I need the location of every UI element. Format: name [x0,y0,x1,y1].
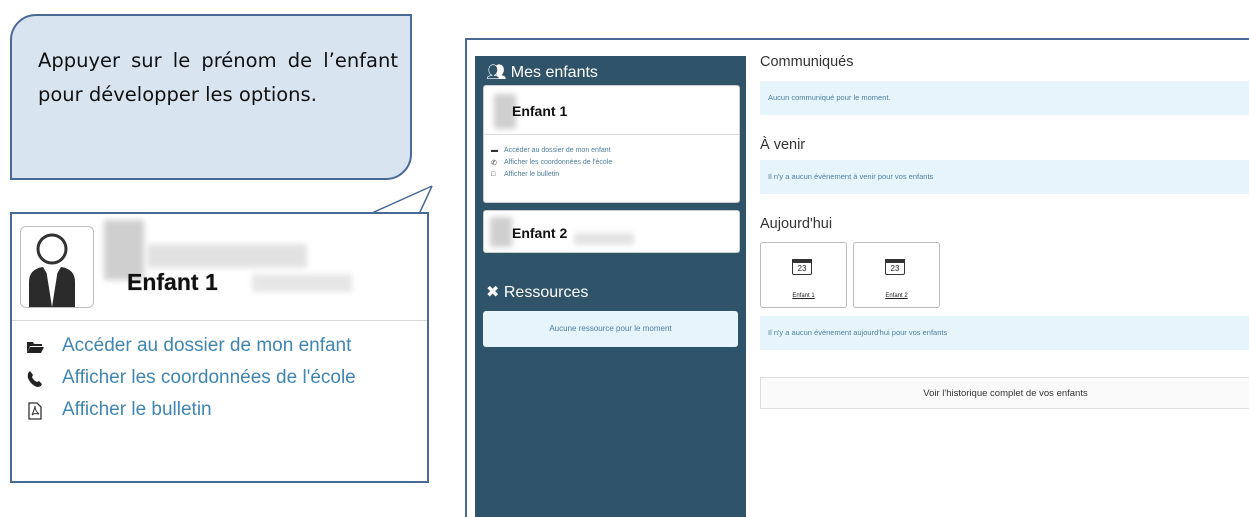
folder-icon [27,342,44,353]
school-contact-link[interactable]: Afficher les coordonnées de l'école [504,159,612,166]
pdf-icon: □ [491,171,496,178]
divider [484,134,739,135]
avatar [20,226,94,308]
sidebar: 👥︎ Mes enfants Enfant 1 ▬ Accéder au dos… [475,56,746,517]
open-child-file-link[interactable]: Accéder au dossier de mon enfant [504,147,611,154]
zoomed-child-card: Enfant 1 Accéder au dossier de mon enfan… [10,212,429,483]
calendar-icon: 23 [792,259,812,275]
school-contact-link[interactable]: Afficher les coordonnées de l'école [62,367,356,389]
phone-icon: ✆ [491,160,497,167]
child-name[interactable]: Enfant 1 [127,269,218,296]
blurred-text [147,244,307,268]
avenir-empty-message: Il n'y a aucun évènement à venir pour vo… [760,160,1249,194]
today-card-child-1[interactable]: 23 Enfant 1 [760,242,847,308]
today-empty-message: Il n'y a aucun évènement aujourd'hui pou… [760,316,1249,350]
blurred-text [252,274,352,292]
communiques-empty-message: Aucun communiqué pour le moment. [760,81,1249,115]
avatar-placeholder-icon [29,233,75,307]
my-children-heading: 👥︎ Mes enfants [486,64,598,81]
app-screenshot: 👥︎ Mes enfants Enfant 1 ▬ Accéder au dos… [465,38,1249,517]
callout-bubble: Appuyer sur le prénom de l’enfant pour d… [10,14,412,180]
today-card-label: Enfant 1 [792,293,815,299]
children-icon: 👥︎ [486,64,507,81]
today-title: Aujourd'hui [760,216,833,232]
today-card-child-2[interactable]: 23 Enfant 2 [853,242,940,308]
communiques-title: Communiqués [760,54,854,70]
open-child-file-link[interactable]: Accéder au dossier de mon enfant [62,335,351,357]
callout-text: Appuyer sur le prénom de l’enfant pour d… [38,49,398,106]
tools-icon: ✖ [486,284,500,301]
blurred-photo [490,217,512,247]
child-card-1: Enfant 1 ▬ Accéder au dossier de mon enf… [483,85,740,203]
child-name-2[interactable]: Enfant 2 [512,225,567,241]
child-name-1[interactable]: Enfant 1 [512,103,567,119]
report-card-link[interactable]: Afficher le bulletin [62,399,212,421]
today-card-label: Enfant 2 [885,293,908,299]
divider [12,320,427,321]
avenir-title: À venir [760,137,806,153]
resources-heading: ✖ Ressources [486,284,589,301]
phone-icon [27,371,42,387]
pdf-icon [28,402,42,420]
folder-icon: ▬ [491,147,498,154]
report-card-link[interactable]: Afficher le bulletin [504,171,559,178]
resources-empty-message: Aucune ressource pour le moment [483,311,738,347]
child-card-2[interactable]: Enfant 2 [483,210,740,253]
blurred-text [574,233,634,245]
calendar-icon: 23 [885,259,905,275]
view-history-button[interactable]: Voir l'historique complet de vos enfants [760,377,1249,409]
